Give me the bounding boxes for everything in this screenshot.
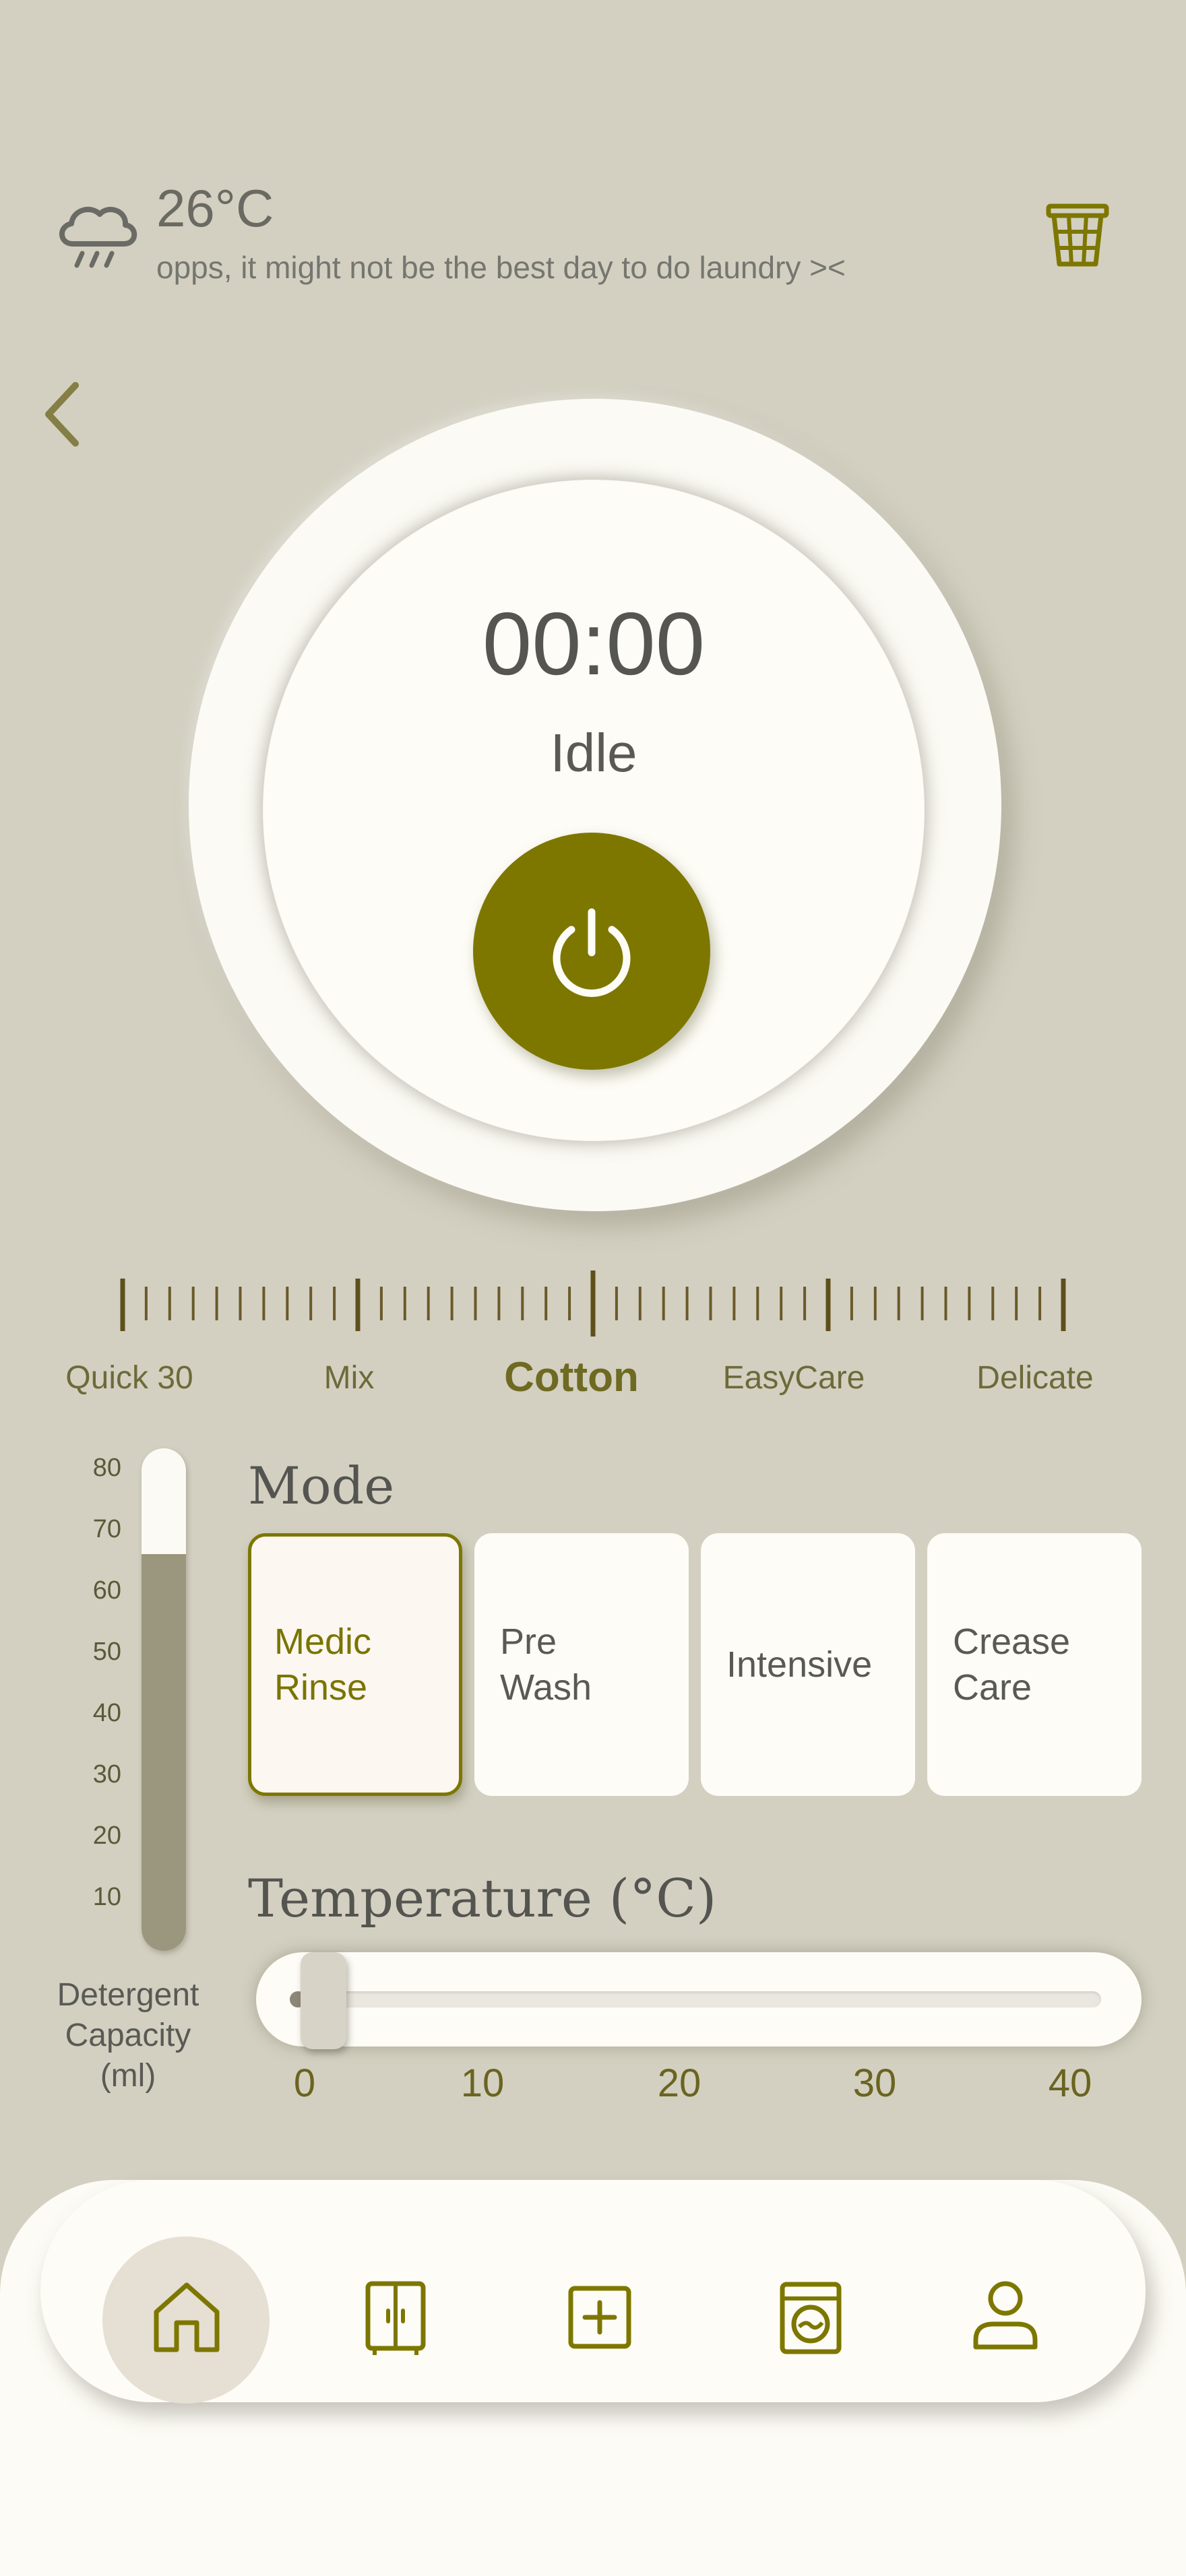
detergent-tick: 50 [92, 1638, 121, 1666]
detergent-capacity-label: Detergent Capacity (ml) [27, 1975, 229, 2096]
mode-card-label-line: Pre [500, 1621, 557, 1662]
program-ruler[interactable] [115, 1266, 1071, 1341]
mode-card-label-line: Crease [953, 1621, 1071, 1662]
detergent-level-bar[interactable] [142, 1448, 186, 1951]
detergent-tick: 10 [92, 1883, 121, 1911]
mode-card-label-line: Rinse [274, 1667, 368, 1708]
temperature-title: Temperature (°C) [248, 1869, 717, 1929]
washing-machine-icon[interactable] [779, 2281, 842, 2355]
program-cotton[interactable]: Cotton [504, 1357, 639, 1398]
detergent-level-fill [142, 1553, 186, 1951]
program-delicate[interactable]: Delicate [976, 1362, 1093, 1394]
detergent-label-line: Detergent [57, 1977, 199, 2013]
power-button[interactable] [473, 833, 710, 1070]
mode-card-pre-wash[interactable]: Pre Wash [474, 1533, 689, 1796]
temperature-tick: 0 [293, 2061, 316, 2105]
temperature-slider-handle[interactable] [301, 1952, 346, 2049]
laundry-basket-icon[interactable] [1046, 202, 1109, 268]
detergent-label-line: (ml) [100, 2058, 156, 2094]
temperature-tick: 30 [852, 2061, 897, 2105]
mode-card-label: Pre Wash [500, 1619, 682, 1710]
mode-card-label: Medic Rinse [274, 1619, 452, 1710]
program-quick-30[interactable]: Quick 30 [65, 1362, 193, 1394]
power-icon [553, 908, 631, 997]
mode-card-label: Intensive [726, 1642, 908, 1687]
mode-card-intensive[interactable]: Intensive [701, 1533, 915, 1796]
machine-status: Idle [550, 723, 637, 783]
add-icon[interactable] [567, 2285, 632, 2350]
detergent-label-line: Capacity [65, 2018, 191, 2053]
wardrobe-icon[interactable] [364, 2281, 427, 2356]
program-mix[interactable]: Mix [324, 1362, 375, 1394]
profile-icon[interactable] [970, 2280, 1040, 2351]
home-icon[interactable] [151, 2280, 222, 2355]
program-easycare[interactable]: EasyCare [723, 1362, 865, 1394]
mode-card-label-line: Care [953, 1667, 1032, 1708]
mode-card-label-line: Medic [274, 1621, 372, 1662]
detergent-tick: 80 [92, 1454, 121, 1482]
back-chevron-icon[interactable] [40, 377, 88, 451]
detergent-tick: 40 [92, 1699, 121, 1727]
detergent-tick: 20 [92, 1822, 121, 1850]
weather-message: opps, it might not be the best day to do… [156, 250, 846, 285]
mode-card-crease-care[interactable]: Crease Care [927, 1533, 1142, 1796]
detergent-tick: 30 [92, 1760, 121, 1789]
detergent-tick: 60 [92, 1576, 121, 1605]
temperature-slider-rail [290, 1991, 1101, 2007]
temperature-tick: 20 [657, 2061, 701, 2105]
detergent-tick: 70 [92, 1515, 121, 1543]
rain-cloud-icon [59, 206, 137, 268]
mode-title: Mode [248, 1456, 395, 1516]
mode-card-label-line: Intensive [726, 1644, 873, 1685]
temperature-tick: 10 [460, 2061, 505, 2105]
mode-card-medic-rinse[interactable]: Medic Rinse [248, 1533, 462, 1796]
mode-card-label-line: Wash [500, 1667, 592, 1708]
mode-card-label: Crease Care [953, 1619, 1135, 1710]
temperature-tick: 40 [1048, 2061, 1092, 2105]
timer-display: 00:00 [482, 594, 706, 693]
weather-temperature: 26°C [156, 179, 274, 238]
